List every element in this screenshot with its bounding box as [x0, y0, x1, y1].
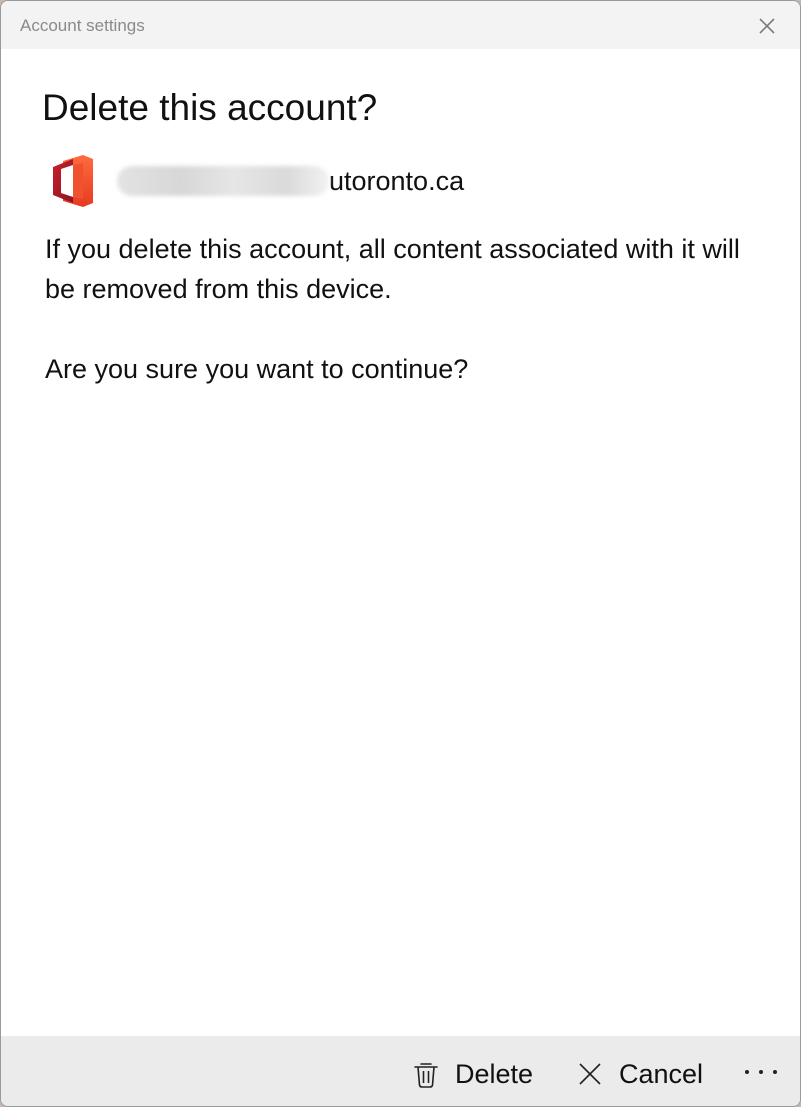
dialog-content: Delete this account? utoronto.ca If you … [1, 49, 800, 1036]
close-button[interactable] [752, 11, 782, 41]
cancel-icon [579, 1063, 601, 1085]
close-icon [759, 18, 775, 34]
delete-label: Delete [455, 1058, 534, 1089]
confirm-question: Are you sure you want to continue? [45, 354, 469, 384]
office-icon [53, 155, 93, 207]
account-row: utoronto.ca [49, 153, 464, 209]
more-options-button[interactable] [739, 1052, 783, 1092]
title-bar: Account settings [1, 1, 800, 49]
delete-warning-message: If you delete this account, all content … [45, 234, 740, 304]
email-redacted [117, 166, 329, 196]
cancel-label: Cancel [619, 1058, 704, 1089]
window-title: Account settings [20, 16, 145, 35]
account-email: utoronto.ca [329, 165, 465, 196]
trash-icon [414, 1063, 438, 1088]
delete-button[interactable]: Delete [411, 1054, 533, 1094]
command-bar: Delete Cancel [1, 1036, 800, 1106]
cancel-button[interactable]: Cancel [575, 1054, 703, 1094]
more-icon [745, 1070, 777, 1074]
account-settings-window: Account settings Delete this account? ut… [0, 0, 801, 1107]
dialog-heading: Delete this account? [42, 87, 378, 128]
